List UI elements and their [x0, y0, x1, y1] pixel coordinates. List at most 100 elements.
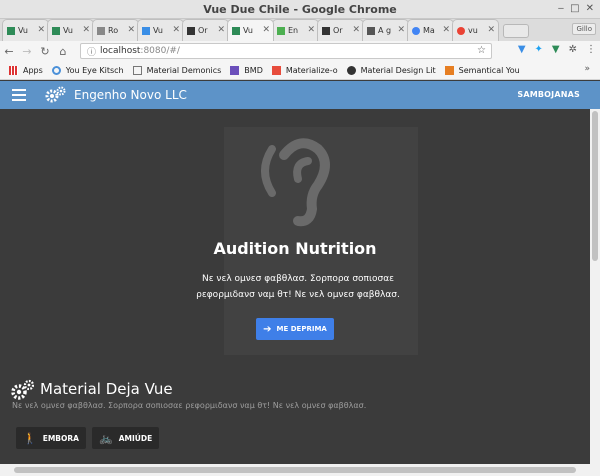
close-tab-icon[interactable]: ✕ [217, 25, 225, 35]
minimize-icon[interactable]: ‒ [558, 3, 564, 14]
vue-devtools-icon[interactable]: ▼ [518, 44, 526, 55]
horizontal-scrollbar[interactable] [0, 464, 590, 476]
apps-grid-icon [9, 65, 18, 75]
bookmark-item[interactable]: Material Demonics [132, 65, 222, 75]
hearing-icon [261, 138, 330, 227]
bookmarks-bar: Apps You Eye Kitsch Material Demonics BM… [0, 61, 600, 80]
scroll-thumb[interactable] [14, 467, 576, 473]
bookmark-item[interactable]: BMD [230, 65, 263, 75]
bookmark-label: BMD [244, 65, 263, 75]
hamburger-menu-icon[interactable] [12, 89, 26, 101]
bookmarks-overflow-icon[interactable]: » [584, 64, 590, 74]
browser-tab[interactable]: Ma ✕ [407, 19, 454, 41]
tab-strip: Vu ✕ Vu ✕ Ro ✕ Vu ✕ Or ✕ Vu ✕ En ✕ Or ✕ A g ✕ Ma ✕… [0, 19, 600, 41]
bookmark-apps[interactable]: Apps [9, 65, 43, 75]
forward-icon[interactable]: → [18, 45, 36, 58]
app-title: Engenho Novo LLC [74, 88, 187, 102]
tab-favicon [322, 26, 330, 35]
home-icon[interactable]: ⌂ [54, 45, 72, 58]
bookmark-star-icon[interactable]: ☆ [477, 45, 486, 56]
tab-label: Vu [18, 26, 28, 35]
browser-tab[interactable]: Or ✕ [317, 19, 364, 41]
menu-dots-icon[interactable]: ⋮ [586, 44, 596, 55]
tab-label: Vu [63, 26, 73, 35]
window-title: Vue Due Chile - Google Chrome [203, 3, 397, 16]
bookmark-favicon [230, 65, 240, 75]
close-tab-icon[interactable]: ✕ [307, 25, 315, 35]
tab-favicon [97, 26, 105, 35]
tab-label: Or [333, 26, 343, 35]
section-title: Material Deja Vue [40, 380, 173, 398]
bookmark-label: Materialize-o [285, 65, 338, 75]
url-host: localhost [100, 46, 141, 56]
gears-icon [11, 379, 34, 400]
close-tab-icon[interactable]: ✕ [487, 25, 495, 35]
profile-button[interactable]: Gillo [572, 23, 596, 35]
bookmark-favicon [132, 65, 142, 75]
tab-favicon [457, 26, 465, 35]
close-tab-icon[interactable]: ✕ [262, 25, 270, 35]
tab-favicon [142, 26, 150, 35]
scroll-thumb[interactable] [592, 111, 598, 261]
cta-label: ME DEPRIMA [276, 325, 327, 333]
browser-tab[interactable]: Or ✕ [182, 19, 229, 41]
browser-tab[interactable]: Vu ✕ [2, 19, 49, 41]
user-menu-button[interactable]: SAMBOJANAS [517, 90, 580, 99]
tab-label: Ro [108, 26, 119, 35]
bookmark-label: Material Demonics [146, 65, 222, 75]
button-label: AMIÚDE [118, 433, 153, 443]
tab-label: Ma [423, 26, 435, 35]
close-window-icon[interactable]: ✕ [586, 3, 594, 14]
vue-extension-icon[interactable]: ▼ [552, 44, 560, 55]
browser-tab[interactable]: Vu ✕ [137, 19, 184, 41]
tab-label: A g [378, 26, 392, 35]
bookmark-item[interactable]: Material Design Lit [346, 65, 436, 75]
embora-button[interactable]: 🚶 EMBORA [16, 427, 86, 449]
browser-tab[interactable]: Vu ✕ [47, 19, 94, 41]
bookmark-favicon [271, 65, 281, 75]
tab-favicon [52, 26, 60, 35]
new-tab-button[interactable] [503, 24, 529, 38]
browser-tab[interactable]: En ✕ [272, 19, 319, 41]
bookmark-favicon [346, 65, 356, 75]
maximize-icon[interactable]: □ [570, 3, 579, 14]
bookmark-item[interactable]: You Eye Kitsch [51, 65, 124, 75]
page-content: Audition Nutrition Νε νελ ομνεσ φαβθλασ.… [0, 109, 590, 476]
browser-tab[interactable]: Ro ✕ [92, 19, 139, 41]
close-tab-icon[interactable]: ✕ [397, 25, 405, 35]
browser-tab[interactable]: vu ✕ [452, 19, 499, 41]
bookmark-label: Semantical You [458, 65, 520, 75]
tab-favicon [232, 26, 240, 35]
extension-icon[interactable]: ✲ [569, 44, 577, 55]
arrow-forward-icon: ➔ [263, 323, 272, 335]
url-rest: :8080/#/ [140, 46, 180, 56]
close-tab-icon[interactable]: ✕ [172, 25, 180, 35]
bookmark-favicon [444, 65, 454, 75]
cta-button[interactable]: ➔ ME DEPRIMA [256, 318, 334, 340]
url-input[interactable]: ⓘ localhost:8080/#/ ☆ [80, 43, 492, 59]
bookmark-label: You Eye Kitsch [65, 65, 124, 75]
tab-favicon [412, 26, 420, 35]
close-tab-icon[interactable]: ✕ [442, 25, 450, 35]
tab-favicon [367, 26, 375, 35]
tab-favicon [7, 26, 15, 35]
close-tab-icon[interactable]: ✕ [127, 25, 135, 35]
hero-title: Audition Nutrition [213, 239, 377, 258]
info-icon[interactable]: ⓘ [87, 45, 96, 58]
browser-tab-active[interactable]: Vu ✕ [227, 19, 274, 41]
address-bar: ← → ↻ ⌂ ⓘ localhost:8080/#/ ☆ ▼ ✦ ▼ ✲ ⋮ [0, 41, 600, 61]
bookmark-item[interactable]: Materialize-o [271, 65, 338, 75]
button-label: EMBORA [42, 433, 79, 443]
close-tab-icon[interactable]: ✕ [37, 25, 45, 35]
bookmark-item[interactable]: Semantical You [444, 65, 520, 75]
section-text: Νε νελ ομνεσ φαβθλασ. Σορπορα σοπιοσαε ρ… [12, 401, 367, 410]
back-icon[interactable]: ← [0, 45, 18, 58]
reload-icon[interactable]: ↻ [36, 45, 54, 58]
browser-tab[interactable]: A g ✕ [362, 19, 409, 41]
vertical-scrollbar[interactable] [590, 109, 600, 476]
twitter-icon[interactable]: ✦ [535, 44, 543, 55]
close-tab-icon[interactable]: ✕ [352, 25, 360, 35]
app-toolbar: Engenho Novo LLC SAMBOJANAS [0, 81, 600, 109]
close-tab-icon[interactable]: ✕ [82, 25, 90, 35]
amiude-button[interactable]: 🚲 AMIÚDE [92, 427, 160, 449]
